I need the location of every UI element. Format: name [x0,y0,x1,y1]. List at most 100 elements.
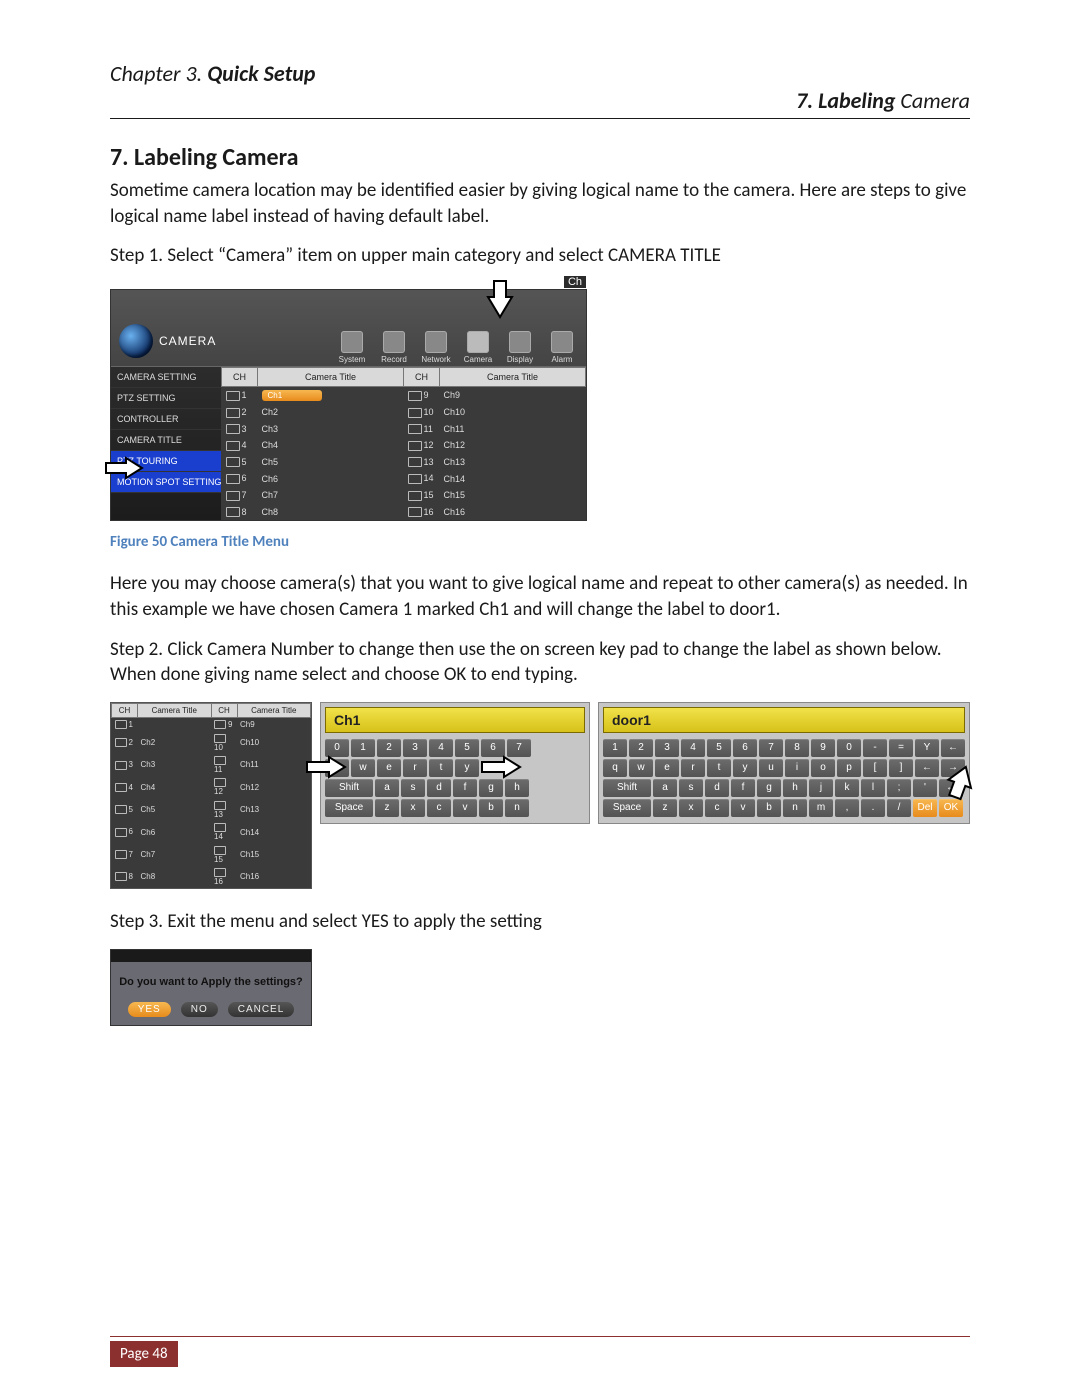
title-cell[interactable]: Ch11 [440,421,586,438]
ch-cell[interactable]: 15 [211,843,237,865]
key-1[interactable]: 1 [603,739,627,757]
key-del[interactable]: Del [913,799,937,817]
key-6[interactable]: 6 [733,739,757,757]
ch-cell[interactable]: 1 [222,386,258,404]
title-cell[interactable]: Ch13 [440,454,586,471]
key-y[interactable]: y [733,759,757,777]
key--[interactable]: - [863,739,887,757]
title-cell[interactable]: Ch3 [258,421,404,438]
key-a[interactable]: a [375,779,399,797]
key-j[interactable]: j [809,779,833,797]
ch-cell[interactable]: 3 [222,421,258,438]
ch-cell[interactable]: 6 [112,821,138,843]
key-u[interactable]: u [759,759,783,777]
sidebar-item-camera-setting[interactable]: CAMERA SETTING [111,367,221,388]
key-9[interactable]: 9 [811,739,835,757]
key-/[interactable]: / [887,799,911,817]
key-5[interactable]: 5 [455,739,479,757]
key-;[interactable]: ; [887,779,911,797]
key-b[interactable]: b [757,799,781,817]
key-n[interactable]: n [505,799,529,817]
key-.[interactable]: . [861,799,885,817]
key-c[interactable]: c [705,799,729,817]
title-cell[interactable]: Ch16 [440,504,586,521]
key-][interactable]: ] [889,759,913,777]
field-before[interactable]: Ch1 [325,707,585,733]
sidebar-item-controller[interactable]: CONTROLLER [111,409,221,430]
sidebar-item-camera-title[interactable]: CAMERA TITLE [111,430,221,451]
key-m[interactable]: m [809,799,833,817]
key-space[interactable]: Space [603,799,651,817]
key-2[interactable]: 2 [629,739,653,757]
key-k[interactable]: k [835,779,859,797]
title-cell[interactable]: Ch9 [237,717,311,731]
key-q[interactable]: q [603,759,627,777]
nav-camera[interactable]: Camera [460,331,496,364]
key-1[interactable]: 1 [351,739,375,757]
ch-cell[interactable]: 11 [404,421,440,438]
ch-cell[interactable]: 16 [404,504,440,521]
key-z[interactable]: z [375,799,399,817]
key-3[interactable]: 3 [655,739,679,757]
nav-alarm[interactable]: Alarm [544,331,580,364]
key-b[interactable]: b [479,799,503,817]
title-cell[interactable]: Ch12 [440,437,586,454]
title-cell[interactable]: Ch14 [237,821,311,843]
nav-record[interactable]: Record [376,331,412,364]
key-t[interactable]: t [429,759,453,777]
key-v[interactable]: v [731,799,755,817]
key-4[interactable]: 4 [681,739,705,757]
ch-cell[interactable]: 7 [222,487,258,504]
ch-cell[interactable]: 14 [404,470,440,487]
title-cell[interactable]: Ch13 [237,798,311,820]
ch-cell[interactable]: 13 [211,798,237,820]
key-w[interactable]: w [629,759,653,777]
key-shift[interactable]: Shift [603,779,651,797]
key-z[interactable]: z [653,799,677,817]
ch-cell[interactable]: 3 [112,754,138,776]
ch-cell[interactable]: 2 [112,731,138,753]
key-i[interactable]: i [785,759,809,777]
title-cell[interactable]: Ch4 [258,437,404,454]
ch-cell[interactable]: 11 [211,754,237,776]
key-8[interactable]: 8 [785,739,809,757]
nav-network[interactable]: Network [418,331,454,364]
title-cell[interactable]: Ch6 [258,470,404,487]
title-cell[interactable]: Ch7 [138,843,212,865]
ch-cell[interactable]: 10 [404,404,440,421]
key-l[interactable]: l [861,779,885,797]
key-f[interactable]: f [731,779,755,797]
key-e[interactable]: e [655,759,679,777]
title-cell[interactable]: Ch3 [138,754,212,776]
title-cell[interactable]: Ch1 [258,386,404,404]
ch-cell[interactable]: 6 [222,470,258,487]
key-h[interactable]: h [783,779,807,797]
key-←[interactable]: ← [915,759,939,777]
key-w[interactable]: w [351,759,375,777]
key-d[interactable]: d [705,779,729,797]
key-o[interactable]: o [811,759,835,777]
key-r[interactable]: r [681,759,705,777]
key-3[interactable]: 3 [403,739,427,757]
title-cell[interactable]: Ch7 [258,487,404,504]
ch-cell[interactable]: 16 [211,866,237,888]
key-x[interactable]: x [401,799,425,817]
title-cell[interactable]: Ch8 [258,504,404,521]
key-y[interactable]: Y [915,739,939,757]
key-5[interactable]: 5 [707,739,731,757]
title-cell[interactable]: Ch2 [138,731,212,753]
key-←[interactable]: ← [941,739,965,757]
key-4[interactable]: 4 [429,739,453,757]
key-2[interactable]: 2 [377,739,401,757]
key-space[interactable]: Space [325,799,373,817]
title-cell[interactable]: Ch10 [440,404,586,421]
apply-no-button[interactable]: NO [181,1002,218,1017]
title-cell[interactable]: Ch12 [237,776,311,798]
key-v[interactable]: v [453,799,477,817]
title-cell[interactable]: Ch5 [258,454,404,471]
sidebar-item-ptz-setting[interactable]: PTZ SETTING [111,388,221,409]
key-c[interactable]: c [427,799,451,817]
field-after[interactable]: door1 [603,707,965,733]
ch-cell[interactable]: 12 [211,776,237,798]
title-cell[interactable]: Ch9 [440,386,586,404]
